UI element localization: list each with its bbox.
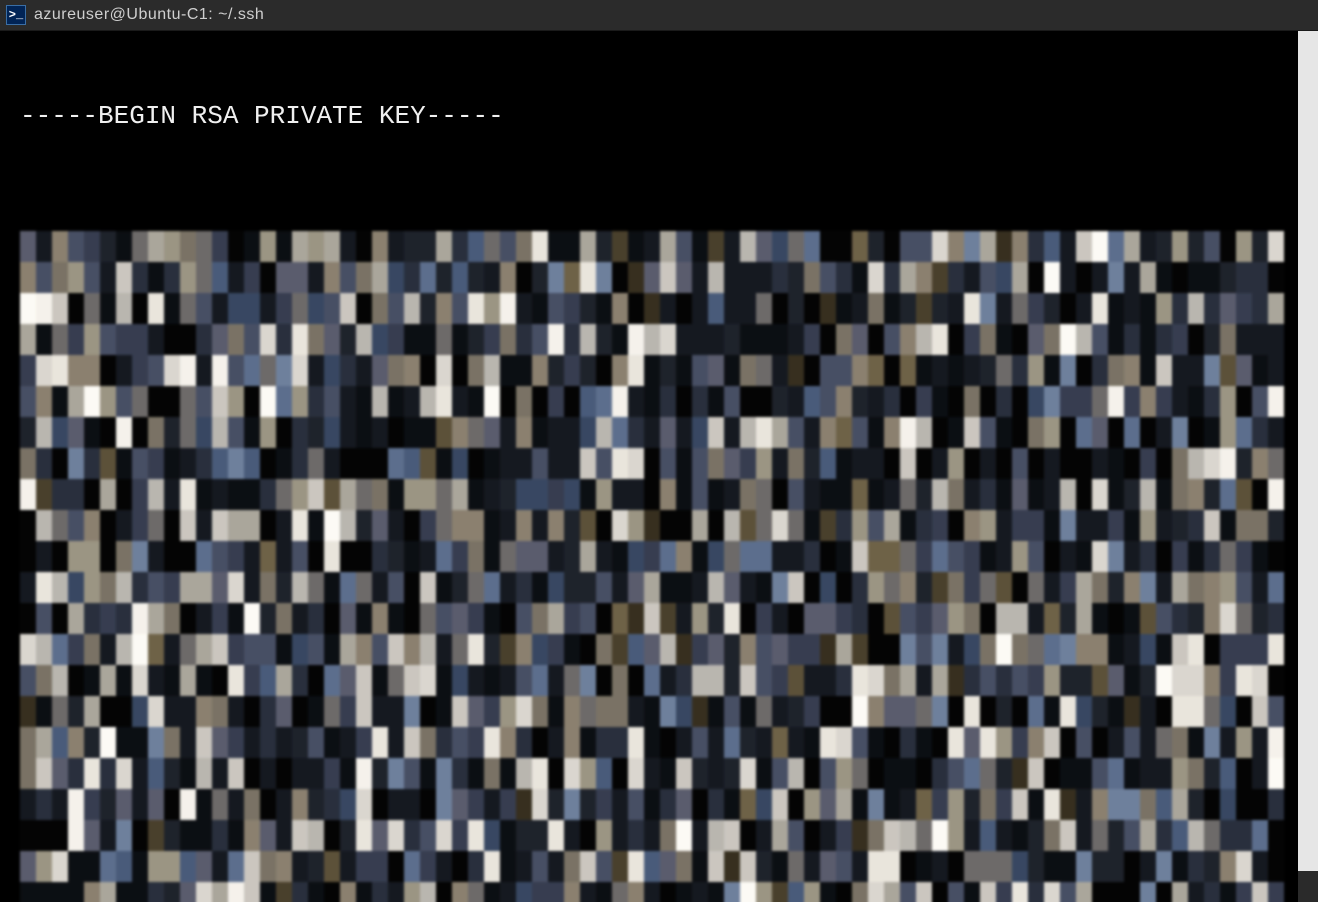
rsa-key-body-redacted: [20, 231, 1290, 902]
window-titlebar[interactable]: >_ azureuser@Ubuntu-C1: ~/.ssh: [0, 0, 1318, 31]
terminal-viewport[interactable]: -----BEGIN RSA PRIVATE KEY----- -----END…: [0, 31, 1318, 902]
terminal-window: >_ azureuser@Ubuntu-C1: ~/.ssh -----BEGI…: [0, 0, 1318, 902]
terminal-output: -----BEGIN RSA PRIVATE KEY----- -----END…: [0, 31, 1318, 902]
vertical-scrollbar[interactable]: [1298, 31, 1318, 902]
vertical-scrollbar-thumb[interactable]: [1298, 31, 1318, 871]
window-title: azureuser@Ubuntu-C1: ~/.ssh: [34, 6, 264, 24]
powershell-icon-glyph: >_: [9, 8, 23, 22]
powershell-icon: >_: [6, 5, 26, 25]
rsa-key-header: -----BEGIN RSA PRIVATE KEY-----: [10, 101, 1318, 132]
